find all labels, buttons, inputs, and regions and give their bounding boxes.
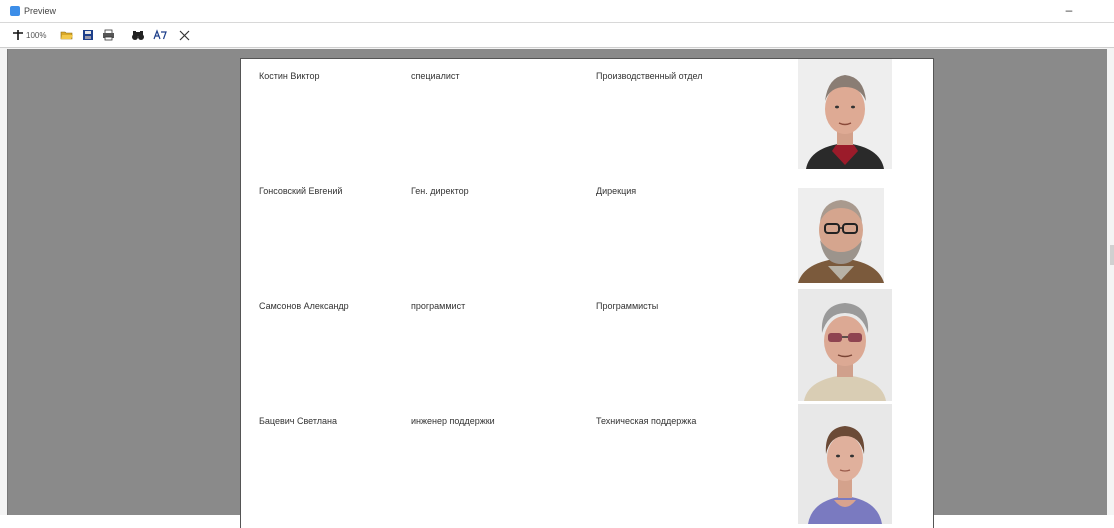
zoom-icon [13,30,23,40]
find-button[interactable] [131,26,145,44]
employee-department: Программисты [596,301,659,311]
save-disk-icon [83,30,94,40]
preview-window: Preview – 100% Костин Виктор специалист … [0,0,1114,528]
employee-position: инженер поддержки [411,416,495,426]
employee-position: специалист [411,71,460,81]
employee-department: Техническая поддержка [596,416,697,426]
report-page: Костин Виктор специалист Производственны… [240,58,934,528]
employee-photo [798,404,892,524]
table-row: Бацевич Светлана инженер поддержки Техни… [241,404,935,524]
zoom-button[interactable]: 100% [12,26,46,44]
minimize-button[interactable]: – [1060,2,1078,18]
employee-department: Производственный отдел [596,71,703,81]
employee-position: программист [411,301,466,311]
employee-name: Костин Виктор [259,71,320,81]
employee-department: Дирекция [596,186,637,196]
employee-photo [798,289,892,401]
window-title: Preview [24,6,57,16]
close-icon [180,30,190,40]
app-icon [10,6,20,16]
print-button[interactable] [102,26,115,44]
employee-name: Самсонов Александр [259,301,349,311]
employee-photo [798,188,884,283]
table-row: Гонсовский Евгений Ген. директор Дирекци… [241,174,935,289]
save-button[interactable] [82,26,94,44]
preview-viewport[interactable]: Костин Виктор специалист Производственны… [7,49,1107,528]
find-next-icon [153,29,168,40]
close-preview-button[interactable] [179,26,190,44]
employee-name: Бацевич Светлана [259,416,338,426]
employee-photo [798,59,892,169]
binoculars-icon [132,31,145,40]
open-folder-icon [61,31,74,40]
toolbar: 100% [0,22,1114,48]
table-row: Самсонов Александр программист Программи… [241,289,935,404]
employee-position: Ген. директор [411,186,469,196]
employee-name: Гонсовский Евгений [259,186,343,196]
title-bar: Preview – [0,0,1114,22]
find-next-button[interactable] [153,26,168,44]
open-button[interactable] [60,26,74,44]
zoom-level: 100% [26,30,47,40]
table-row: Костин Виктор специалист Производственны… [241,59,935,174]
printer-icon [103,29,115,41]
window-edge-marker [1110,245,1114,265]
